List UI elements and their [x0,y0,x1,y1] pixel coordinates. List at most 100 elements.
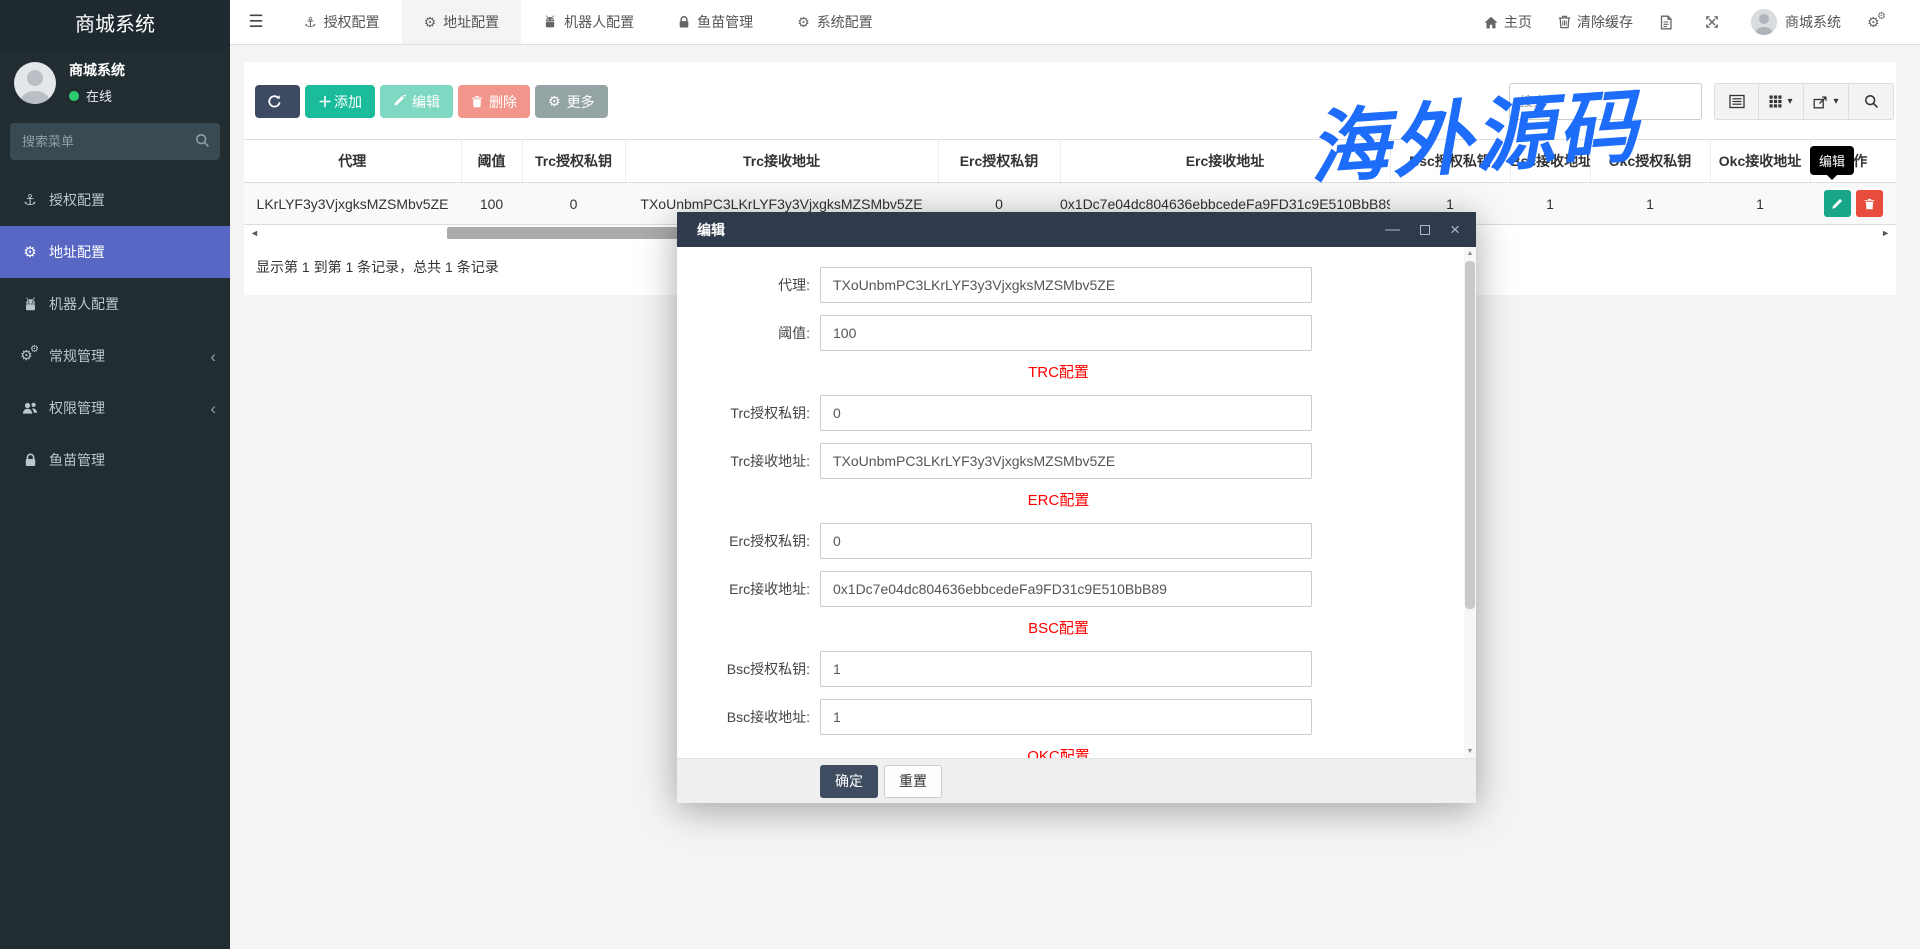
sidebar-item-fry-mgmt[interactable]: 鱼苗管理 [0,434,230,486]
tab-address-config[interactable]: ⚙ 地址配置 [401,0,522,44]
modal-scrollbar-thumb[interactable] [1465,261,1475,609]
modal-footer: 确定 重置 [677,758,1476,803]
field-erc-address: Erc接收地址: [677,571,1440,607]
section-okc: OKC配置 [1027,748,1090,758]
menu-search-input[interactable] [10,123,220,160]
avatar [1751,9,1777,35]
close-icon[interactable]: × [1450,220,1460,240]
user-status: 在线 [69,86,125,105]
trc-key-input[interactable] [820,395,1312,431]
home-link[interactable]: 主页 [1471,0,1545,44]
delete-button[interactable]: 删除 [458,85,530,118]
section-trc: TRC配置 [1028,364,1089,381]
col-header-bsc-key[interactable]: Bsc授权私钥 [1390,139,1511,183]
bsc-address-input[interactable] [820,699,1312,735]
clear-cache-label: 清除缓存 [1577,14,1633,30]
more-button[interactable]: ⚙ 更多 [535,85,608,118]
cell-agent: LKrLYF3y3VjxgksMZSMbv5ZE [244,182,461,225]
col-header-okc-key[interactable]: Okc授权私钥 [1590,139,1711,183]
table-view-buttons: ▾ ▾ [1714,83,1894,120]
col-header-trc-address[interactable]: Trc接收地址 [625,139,939,183]
tab-label: 地址配置 [443,14,500,30]
minimize-icon[interactable]: — [1385,222,1400,237]
row-edit-button[interactable] [1823,190,1851,217]
scroll-up-icon[interactable]: ▲ [1464,250,1476,257]
table-header-row: 代理 阈值 Trc授权私钥 Trc接收地址 Erc授权私钥 Erc接收地址 Bs… [244,139,1896,183]
row-delete-button[interactable] [1855,190,1883,217]
lock-icon [20,453,40,467]
agent-input[interactable] [820,267,1312,303]
log-button[interactable] [1646,0,1692,44]
sidebar-item-label: 授权配置 [49,192,105,208]
scroll-down-icon[interactable]: ▼ [1464,748,1476,755]
tab-auth-config[interactable]: ⚓ 授权配置 [282,0,402,44]
trash-icon [1558,15,1571,29]
sidebar-item-general-mgmt[interactable]: ⚙ ⚙ 常规管理 ‹ [0,330,230,382]
settings-cogs-button[interactable]: ⚙ ⚙ [1854,0,1906,44]
fullscreen-button[interactable] [1692,0,1738,44]
trc-address-input[interactable] [820,443,1312,479]
col-header-agent[interactable]: 代理 [244,139,462,183]
col-header-erc-key[interactable]: Erc授权私钥 [938,139,1061,183]
field-label: Erc接收地址: [729,581,810,597]
bsc-key-input[interactable] [820,651,1312,687]
section-bsc: BSC配置 [1028,620,1089,637]
modal-scrollbar: ▲ ▼ [1464,247,1476,758]
scroll-left-icon[interactable]: ◄ [250,228,259,239]
maximize-icon[interactable] [1420,224,1431,235]
sidebar-item-permission-mgmt[interactable]: 权限管理 ‹ [0,382,230,434]
sidebar-item-address-config[interactable]: ⚙ 地址配置 [0,226,230,278]
field-label: Trc授权私钥: [730,405,810,421]
sidebar-item-robot-config[interactable]: 机器人配置 [0,278,230,330]
col-header-bsc-address[interactable]: Bsc接收地址 [1510,139,1591,183]
reset-button[interactable]: 重置 [884,764,942,798]
confirm-button[interactable]: 确定 [820,764,878,798]
field-threshold: 阈值: [677,315,1440,351]
sidebar-item-auth-config[interactable]: ⚓ 授权配置 [0,174,230,226]
app-title: 商城系统 [0,0,230,50]
col-header-okc-address[interactable]: Okc接收地址 [1710,139,1811,183]
export-button[interactable]: ▾ [1804,83,1849,120]
user-panel: 商城系统 在线 [0,50,230,119]
threshold-input[interactable] [820,315,1312,351]
columns-button[interactable]: ▾ [1759,83,1804,120]
field-label: Erc授权私钥: [729,533,810,549]
robot-icon [543,15,557,29]
tab-system-config[interactable]: ⚙ 系统配置 [775,0,895,44]
modal-header[interactable]: 编辑 — × [677,212,1476,247]
scroll-right-icon[interactable]: ► [1881,228,1890,239]
field-bsc-address: Bsc接收地址: [677,699,1440,735]
refresh-button[interactable] [255,85,300,118]
col-header-trc-key[interactable]: Trc授权私钥 [522,139,626,183]
nav-user-label: 商城系统 [1785,14,1841,30]
edit-button[interactable]: 编辑 [380,85,453,118]
home-icon [1484,16,1498,29]
gear-icon: ⚙ [23,244,37,261]
detail-view-button[interactable] [1714,83,1759,120]
erc-key-input[interactable] [820,523,1312,559]
add-button[interactable]: ＋ 添加 [305,85,375,118]
hamburger-icon[interactable]: ☰ [230,0,282,44]
col-header-threshold[interactable]: 阈值 [461,139,523,183]
table-search-input[interactable] [1509,83,1702,120]
cogs-icon: ⚙ ⚙ [20,344,39,363]
edit-label: 编辑 [412,93,440,110]
pencil-icon [1832,198,1843,209]
tab-fry-mgmt[interactable]: 鱼苗管理 [656,0,775,44]
col-header-erc-address[interactable]: Erc接收地址 [1060,139,1391,183]
caret-down-icon: ▾ [1833,96,1839,107]
users-icon [20,401,40,415]
gear-icon: ⚙ [423,13,437,30]
trash-icon [471,95,483,108]
erc-address-input[interactable] [820,571,1312,607]
nav-user[interactable]: 商城系统 [1738,0,1854,44]
tab-robot-config[interactable]: 机器人配置 [521,0,656,44]
clear-cache-link[interactable]: 清除缓存 [1545,0,1646,44]
edit-tooltip: 编辑 [1810,146,1855,180]
person-icon [19,69,51,104]
tab-label: 鱼苗管理 [697,14,754,30]
chevron-left-icon: ‹ [210,346,216,366]
log-icon [1659,15,1673,30]
cell-actions [1810,182,1896,225]
search-button[interactable] [1849,83,1894,120]
